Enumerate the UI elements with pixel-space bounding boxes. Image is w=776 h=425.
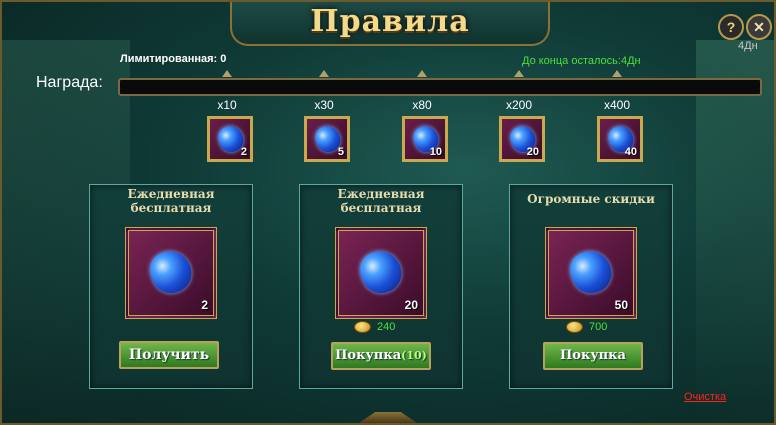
milestone-marker [514, 70, 524, 77]
claim-button[interactable]: Получить [119, 341, 219, 369]
card-title: Ежедневная бесплатная [337, 187, 425, 215]
window-title: Правила [310, 4, 470, 39]
item-quantity: 10 [429, 146, 442, 158]
time-remaining: До конца осталось:4Дн [522, 55, 641, 67]
buy-button[interactable]: Покупка [543, 342, 643, 370]
blue-gem-icon [565, 245, 617, 299]
milestone-reward-item[interactable]: 5 [304, 116, 350, 162]
limited-value: : 0 [213, 53, 227, 65]
milestone-reward-item[interactable]: 10 [402, 116, 448, 162]
item-quantity: 50 [614, 298, 628, 312]
card-title: Ежедневная бесплатная [127, 187, 215, 215]
blue-gem-icon [145, 245, 197, 299]
limited-counter: Лимитированная: 0 [120, 53, 226, 65]
buy-limit-count: (10) [401, 349, 427, 362]
item-quantity: 40 [624, 146, 637, 158]
background-right-decoration [696, 40, 776, 425]
milestone-multiplier: x30 [314, 98, 334, 112]
milestone-marker [417, 70, 427, 77]
close-icon[interactable]: ✕ [746, 14, 772, 40]
reward-progress-bar [118, 78, 762, 96]
milestone-reward-item[interactable]: 20 [499, 116, 545, 162]
card-title: Огромные скидки [527, 192, 655, 206]
item-quantity: 5 [337, 146, 344, 158]
milestone-multiplier: x400 [603, 98, 631, 112]
offer-item[interactable]: 20 [335, 227, 427, 319]
item-quantity: 20 [526, 146, 539, 158]
offer-item[interactable]: 50 [545, 227, 637, 319]
title-bar: Правила [230, 0, 550, 46]
offer-card-daily-free: Ежедневная бесплатная 2 Получить [89, 184, 253, 389]
milestone-multiplier: x10 [217, 98, 237, 112]
milestone-reward-item[interactable]: 2 [207, 116, 253, 162]
price-tag: 700 [566, 321, 608, 334]
limited-label: Лимитированная [120, 53, 214, 65]
price-value: 240 [377, 321, 396, 333]
milestone-reward-item[interactable]: 40 [597, 116, 643, 162]
buy-button-label: Покупка [335, 348, 402, 363]
offer-card-big-discount: Огромные скидки 50 700 Покупка [509, 184, 673, 389]
item-quantity: 2 [240, 146, 247, 158]
corner-timer: 4Дн [738, 40, 758, 52]
offer-item[interactable]: 2 [125, 227, 217, 319]
price-value: 700 [589, 321, 608, 333]
price-tag: 240 [354, 321, 396, 334]
gold-coin-icon [354, 321, 371, 334]
milestone-multiplier: x200 [505, 98, 533, 112]
offer-card-daily-paid: Ежедневная бесплатная 20 240 Покупка(10) [299, 184, 463, 389]
bottom-ornament [356, 412, 420, 425]
gold-coin-icon [566, 321, 583, 334]
blue-gem-icon [355, 245, 407, 299]
milestone-marker [319, 70, 329, 77]
item-quantity: 2 [201, 298, 208, 312]
buy-button[interactable]: Покупка(10) [331, 342, 431, 370]
reward-label: Награда: [36, 74, 103, 91]
milestone-marker [612, 70, 622, 77]
item-quantity: 20 [404, 298, 418, 312]
help-icon[interactable]: ? [718, 14, 744, 40]
milestone-multiplier: x80 [412, 98, 432, 112]
milestone-marker [222, 70, 232, 77]
clear-link[interactable]: Очистка [684, 391, 726, 403]
